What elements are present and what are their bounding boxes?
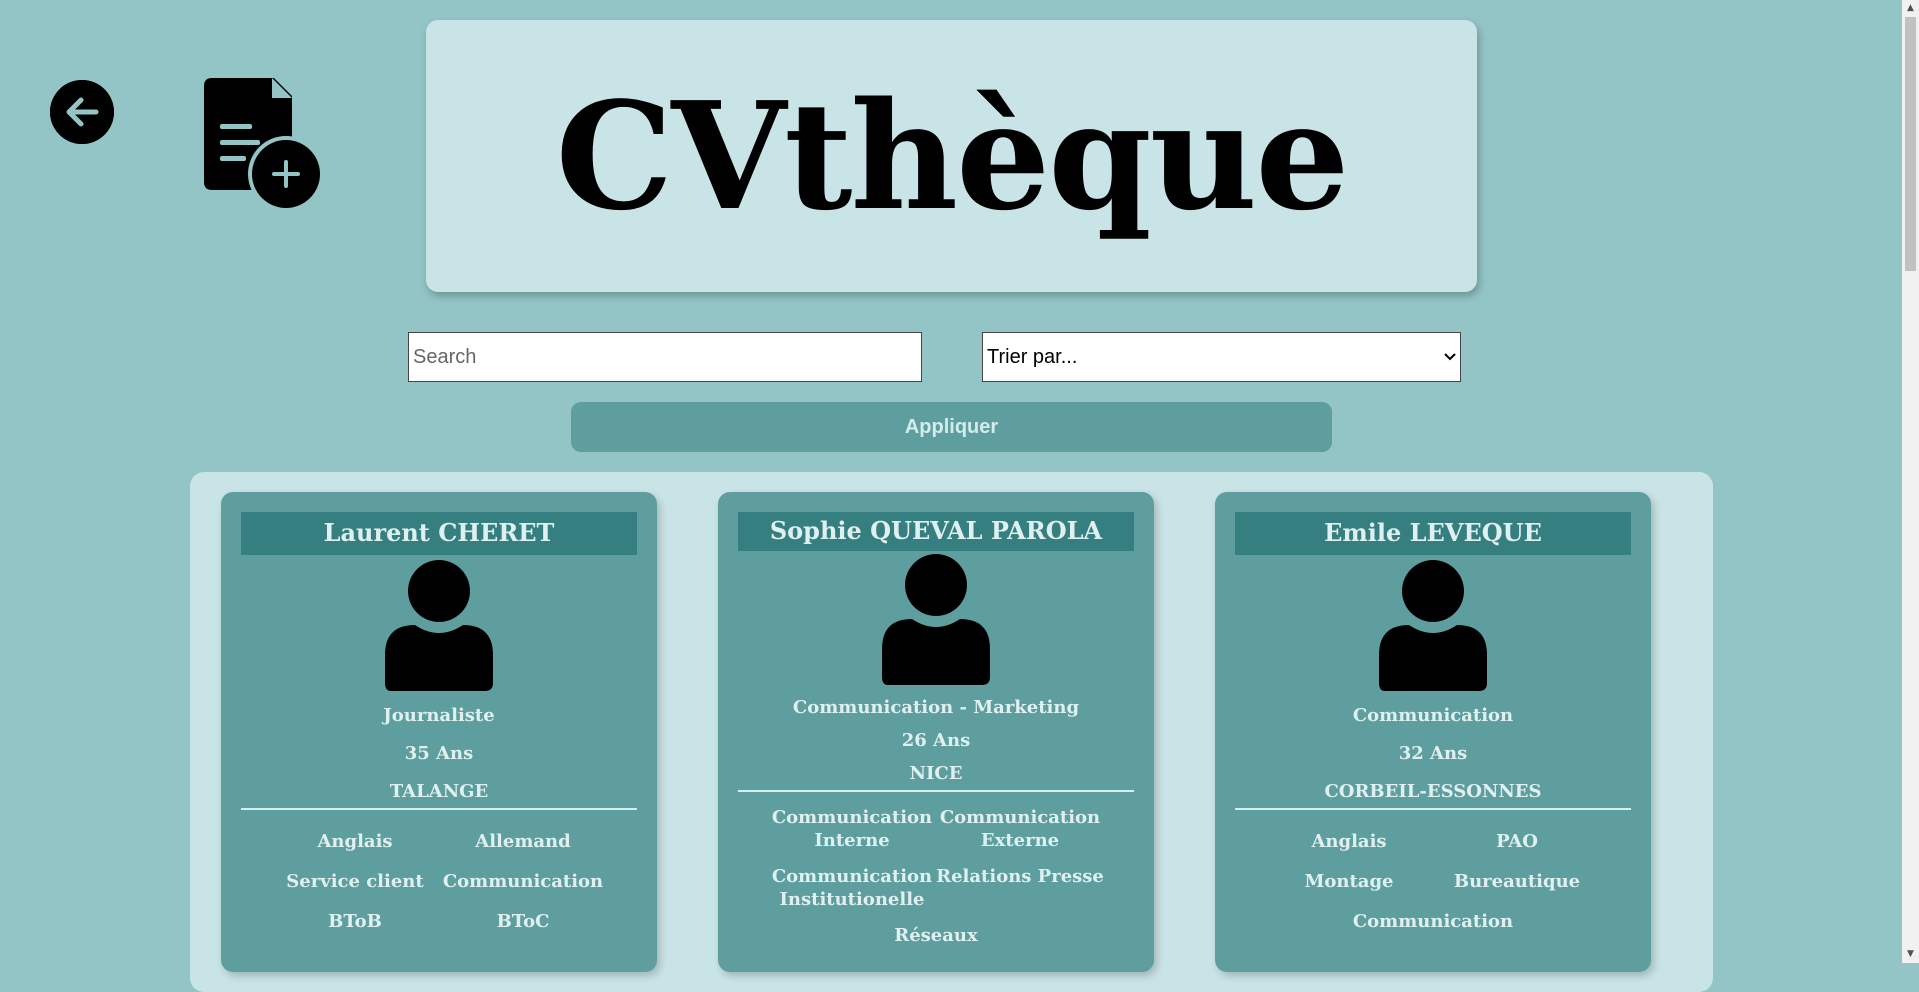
search-input[interactable]: [408, 332, 922, 382]
back-button[interactable]: [50, 80, 114, 144]
skill-tag: BToB: [328, 911, 382, 932]
skill-tag: Communication: [442, 871, 604, 892]
skill-tag: Communication: [1352, 911, 1514, 932]
skill-tag: Anglais: [317, 831, 393, 852]
card-divider: [1235, 808, 1631, 810]
scrollbar-thumb[interactable]: [1905, 17, 1916, 271]
card-divider: [738, 790, 1134, 792]
skills-list: Anglais PAO Montage Bureautique Communic…: [1265, 830, 1601, 933]
candidate-role: Communication - Marketing: [792, 697, 1080, 718]
add-cv-button[interactable]: [204, 78, 324, 210]
apply-button[interactable]: Appliquer: [571, 402, 1332, 452]
cv-card[interactable]: Sophie QUEVAL PAROLA Communication - Mar…: [718, 492, 1154, 972]
chevron-down-icon: [1444, 353, 1456, 361]
skill-tag: BToC: [496, 911, 550, 932]
header-banner: CVthèque: [426, 20, 1477, 292]
skill-tag: Réseaux: [894, 925, 978, 946]
skills-list: Communication Interne Communication Exte…: [768, 806, 1104, 947]
sort-select[interactable]: Trier par...: [982, 332, 1461, 382]
skill-tag: Bureautique: [1453, 871, 1581, 892]
candidate-role: Communication: [1352, 705, 1514, 726]
cv-card[interactable]: Emile LEVEQUE Communication 32 Ans CORBE…: [1215, 492, 1651, 972]
file-add-icon: [204, 78, 324, 210]
skill-tag: Allemand: [475, 831, 571, 852]
skill-tag: Montage: [1304, 871, 1394, 892]
candidate-name: Emile LEVEQUE: [1235, 512, 1631, 555]
page-title: CVthèque: [555, 69, 1349, 243]
candidate-age: 26 Ans: [901, 730, 971, 751]
skill-tag: Communication Institutionelle: [771, 866, 933, 910]
scroll-up-arrow-icon[interactable]: ▲: [1902, 0, 1919, 17]
user-silhouette-icon: [385, 560, 493, 691]
skill-tag: Anglais: [1311, 831, 1387, 852]
page-scrollbar[interactable]: ▲ ▼: [1902, 0, 1919, 963]
scroll-down-arrow-icon[interactable]: ▼: [1902, 946, 1919, 963]
skill-tag: Relations Presse: [936, 866, 1104, 887]
card-divider: [241, 808, 637, 810]
arrow-left-circle-icon: [50, 80, 114, 144]
user-silhouette-icon: [882, 554, 990, 685]
user-silhouette-icon: [1379, 560, 1487, 691]
candidate-role: Journaliste: [383, 705, 495, 726]
skill-tag: PAO: [1496, 831, 1538, 852]
candidate-city: TALANGE: [389, 781, 489, 802]
candidate-name: Laurent CHERET: [241, 512, 637, 555]
skill-tag: Service client: [286, 871, 424, 892]
candidate-city: NICE: [909, 763, 963, 784]
candidate-city: CORBEIL-ESSONNES: [1324, 781, 1542, 802]
cv-card[interactable]: Laurent CHERET Journaliste 35 Ans TALANG…: [221, 492, 657, 972]
skill-tag: Communication Externe: [939, 807, 1101, 851]
candidate-age: 35 Ans: [404, 743, 474, 764]
skill-tag: Communication Interne: [771, 807, 933, 851]
skills-list: Anglais Allemand Service client Communic…: [271, 830, 607, 933]
candidate-age: 32 Ans: [1398, 743, 1468, 764]
sort-selected-value: Trier par...: [987, 345, 1078, 368]
candidate-name: Sophie QUEVAL PAROLA: [738, 512, 1134, 551]
